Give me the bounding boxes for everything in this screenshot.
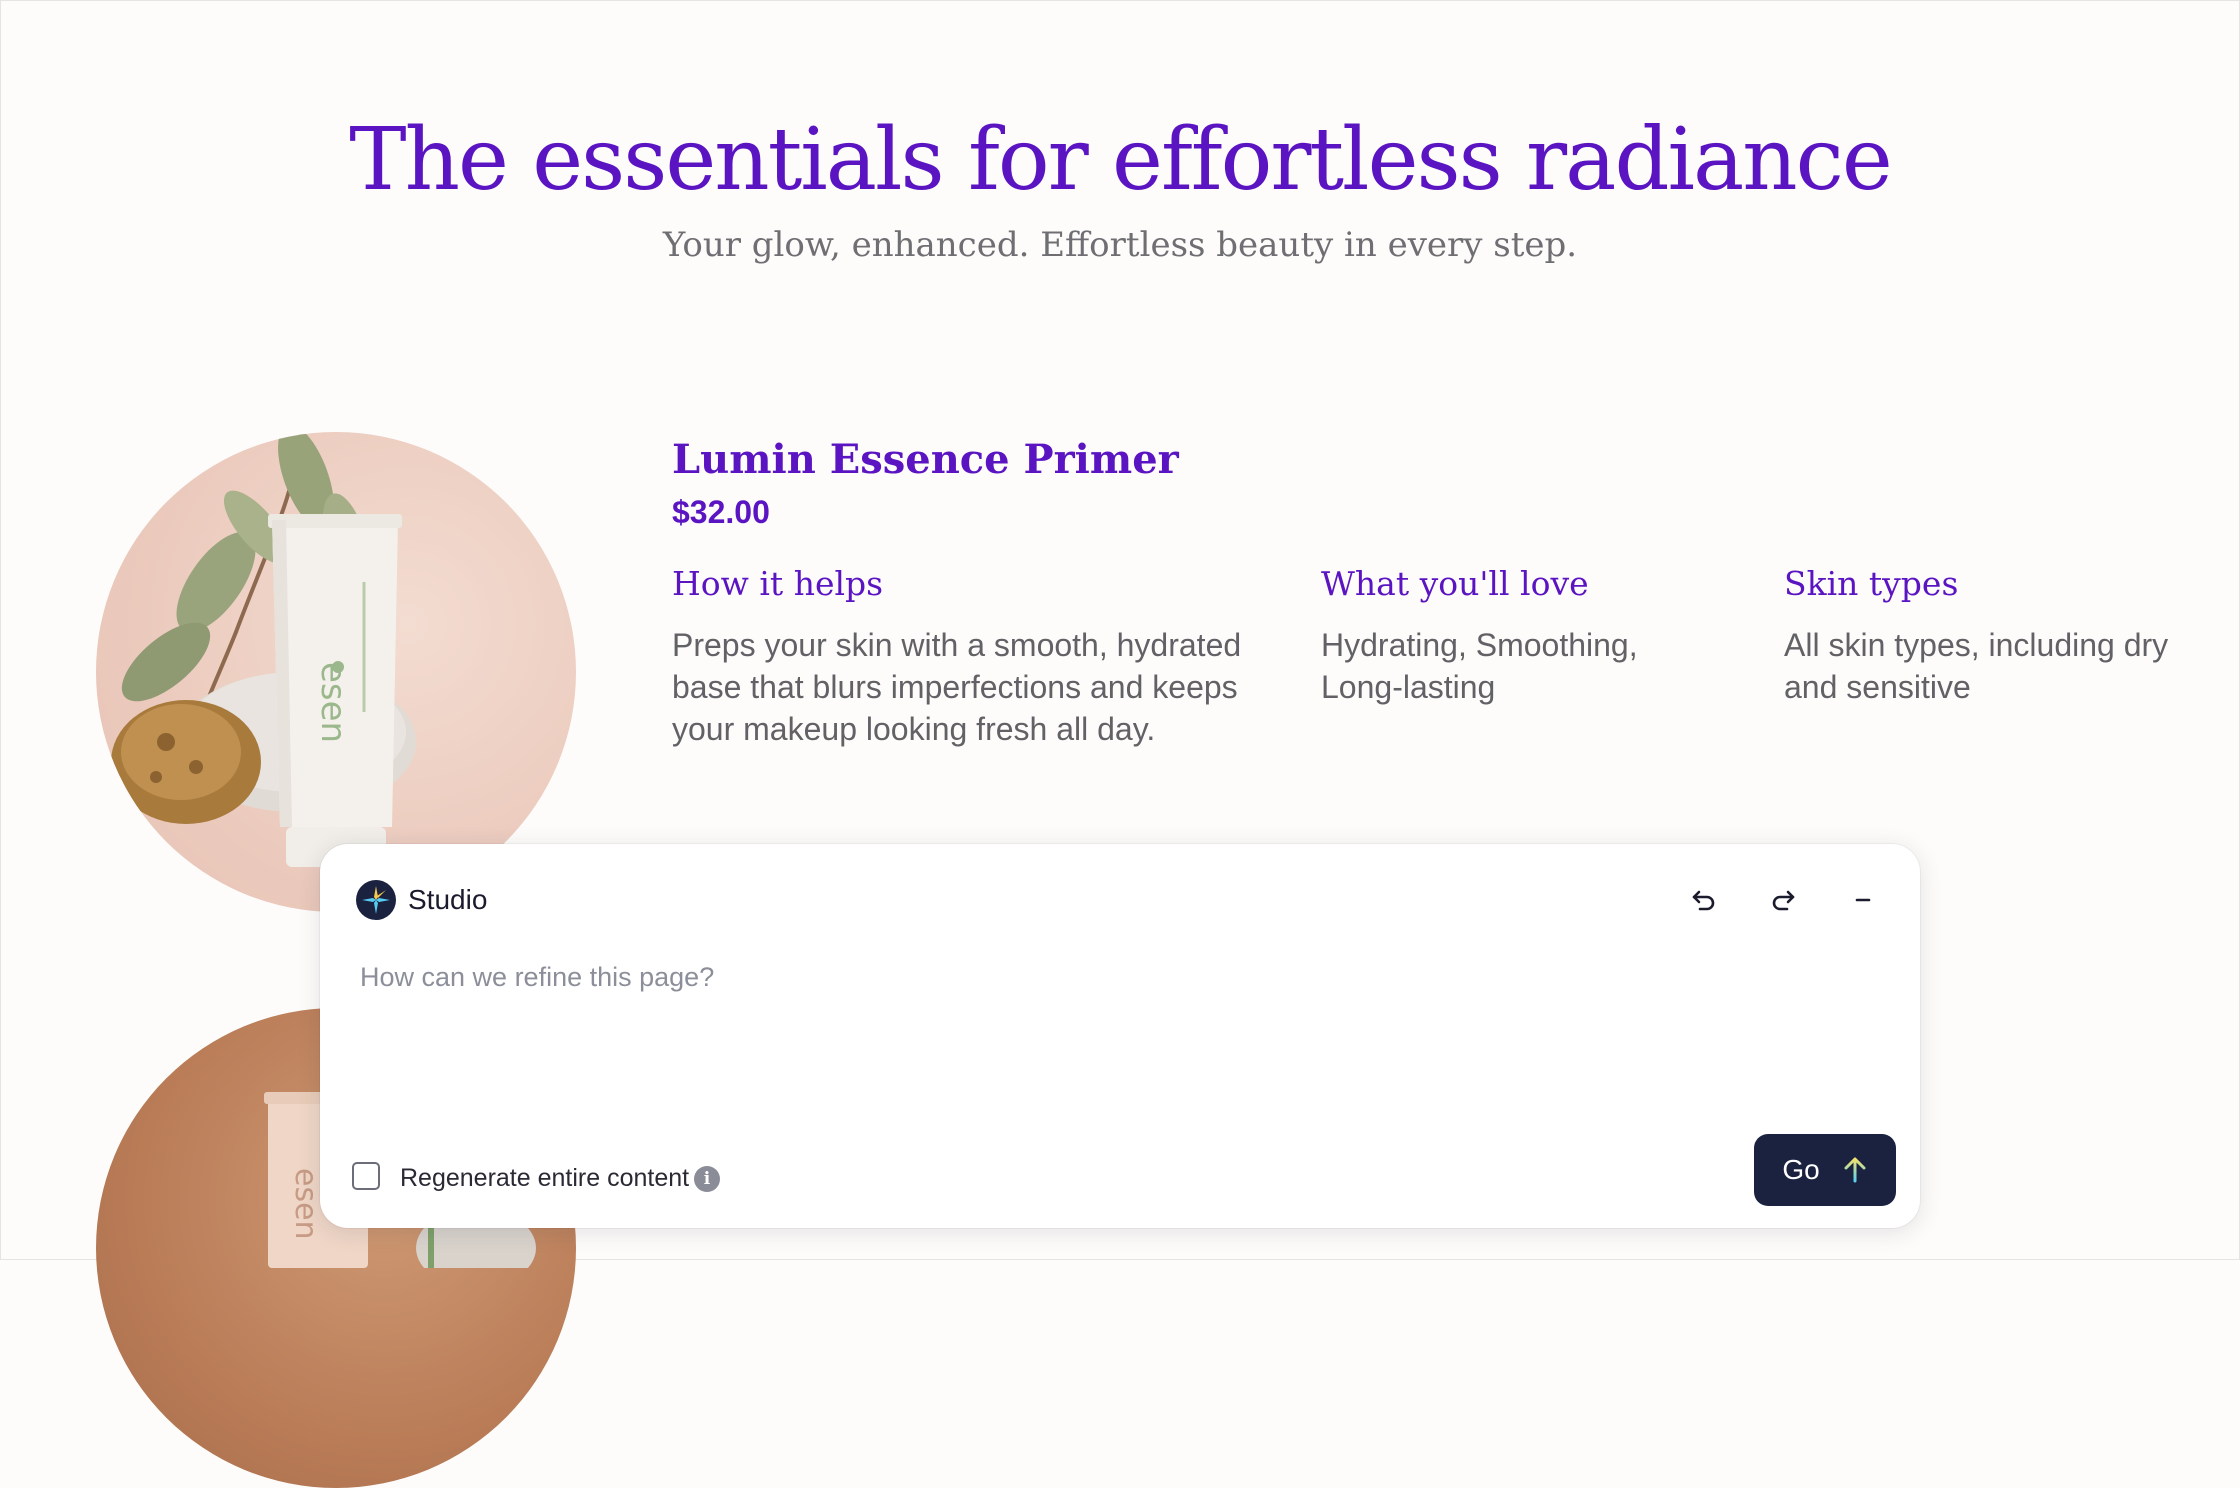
redo-icon bbox=[1772, 890, 1795, 911]
redo-button[interactable] bbox=[1761, 878, 1805, 922]
product-image-primer: esen bbox=[96, 432, 576, 912]
go-button[interactable]: Go bbox=[1754, 1134, 1896, 1206]
svg-text:esen: esen bbox=[313, 662, 353, 743]
regenerate-label[interactable]: Regenerate entire content bbox=[400, 1164, 689, 1193]
how-it-helps-heading: How it helps bbox=[672, 564, 884, 603]
what-youll-love-heading: What you'll love bbox=[1321, 564, 1589, 603]
studio-panel: Studio Regenerate entire content i Go bbox=[320, 844, 1920, 1228]
refine-prompt-input[interactable] bbox=[360, 962, 1880, 1082]
what-youll-love-text: Hydrating, Smoothing, Long-lasting bbox=[1321, 627, 1638, 705]
undo-button[interactable] bbox=[1682, 878, 1726, 922]
undo-icon bbox=[1692, 890, 1715, 911]
go-label: Go bbox=[1782, 1154, 1820, 1185]
regenerate-checkbox[interactable] bbox=[352, 1162, 380, 1190]
info-icon[interactable]: i bbox=[694, 1166, 720, 1192]
product-price: $32.00 bbox=[672, 494, 770, 530]
arrow-up-icon bbox=[1844, 1157, 1866, 1183]
how-it-helps-text: Preps your skin with a smooth, hydrated … bbox=[672, 627, 1242, 747]
skin-types-text: All skin types, including dry and sensit… bbox=[1784, 627, 2169, 705]
page-subtitle: Your glow, enhanced. Effortless beauty i… bbox=[662, 225, 1578, 265]
svg-text:esen: esen bbox=[288, 1168, 323, 1240]
minimize-icon bbox=[1855, 898, 1871, 902]
product-name: Lumin Essence Primer bbox=[672, 436, 1179, 483]
minimize-button[interactable] bbox=[1841, 878, 1885, 922]
studio-logo-icon bbox=[356, 880, 396, 920]
studio-title: Studio bbox=[408, 884, 488, 915]
page-title: The essentials for effortless radiance bbox=[349, 110, 1892, 210]
skin-types-heading: Skin types bbox=[1784, 564, 1959, 603]
